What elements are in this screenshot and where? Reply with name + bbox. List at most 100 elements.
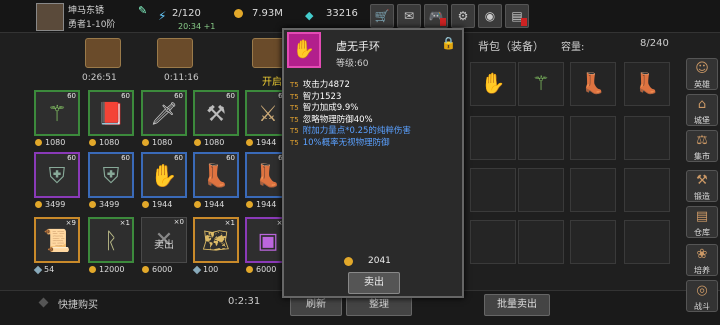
nav-button[interactable]: ⌂ 城堡 — [686, 94, 718, 126]
stat-line: T5 智力加成9.9% — [290, 101, 358, 113]
item-price: 1944 — [142, 200, 172, 209]
bag-slot[interactable]: 👢 — [624, 62, 670, 106]
sold-label: 卖出 — [154, 240, 174, 251]
bag-slot[interactable]: ✋ — [470, 62, 516, 106]
quick-buy-button[interactable]: 快捷购买 — [58, 296, 98, 311]
nav-label: 培养 — [694, 266, 710, 275]
item-level-badge: ×9 — [65, 219, 76, 227]
book-icon: 📕 — [97, 102, 125, 127]
nav-label: 城堡 — [694, 116, 710, 125]
item-price-value: 6000 — [256, 265, 277, 274]
bag-slot[interactable] — [518, 220, 564, 264]
nav-label: 英雄 — [694, 80, 710, 89]
bag-slot[interactable] — [470, 220, 516, 264]
energy-icon: ⚡ — [158, 9, 167, 23]
stat-tier: T5 — [290, 138, 299, 147]
item-price-value: 1944 — [256, 200, 277, 209]
chest-icon[interactable] — [157, 38, 193, 68]
settings-icon[interactable]: ⚙ — [451, 4, 475, 28]
shop-item-slot[interactable]: ×1 ᚱ — [88, 217, 134, 263]
bag-slot[interactable] — [570, 168, 616, 212]
bag-title: 背包（装备） — [478, 40, 544, 53]
nav-button[interactable]: ⚖ 集市 — [686, 130, 718, 162]
shop-item-slot[interactable]: ×9 📜 — [34, 217, 80, 263]
item-price-value: 1944 — [256, 138, 277, 147]
shop-item-slot[interactable]: 60 ⚚ — [34, 90, 80, 136]
sell-button[interactable]: 卖出 — [348, 272, 400, 294]
bag-slot[interactable] — [624, 168, 670, 212]
mail-icon[interactable]: ✉ — [397, 4, 421, 28]
nav-button[interactable]: ◎ 战斗 — [686, 280, 718, 312]
nav-button[interactable]: ❀ 培养 — [686, 244, 718, 276]
nav-icon: ▤ — [695, 209, 709, 224]
item-price-value: 1944 — [152, 200, 173, 209]
nav-button[interactable]: ⚒ 锻造 — [686, 170, 718, 202]
shop-item-slot[interactable]: 60 🗡 — [141, 90, 187, 136]
nav-label: 战斗 — [694, 302, 710, 311]
item-level-badge: 60 — [121, 154, 130, 162]
bag-slot[interactable] — [624, 116, 670, 160]
cart-icon[interactable]: 🛒 — [370, 4, 394, 28]
dagger-icon: 🗡 — [150, 102, 178, 127]
lock-icon[interactable]: 🔒 — [441, 36, 456, 50]
bag-slot[interactable] — [624, 220, 670, 264]
item-price-value: 3499 — [45, 200, 66, 209]
stat-text: 智力加成9.9% — [302, 103, 359, 113]
shop-item-slot[interactable]: 60 ✋ — [141, 152, 187, 198]
gold-coin-icon — [344, 257, 353, 266]
gold-coin-icon — [89, 266, 96, 273]
nav-button[interactable]: ▤ 仓库 — [686, 206, 718, 238]
boots-icon: 👢 — [634, 71, 660, 95]
shop-item-slot[interactable]: 60 📕 — [88, 90, 134, 136]
boots-icon: 👢 — [580, 71, 606, 95]
shop-item-slot[interactable]: ×1 🗺 — [193, 217, 239, 263]
bag-slot[interactable] — [518, 168, 564, 212]
shop-item-slot[interactable]: 60 ⛨ — [34, 152, 80, 198]
item-price-value: 6000 — [152, 265, 173, 274]
bag-slot[interactable]: 👢 — [570, 62, 616, 106]
stat-tier: T5 — [290, 115, 299, 124]
bulk-sell-button[interactable]: 批量卖出 — [484, 294, 550, 316]
chest-open-label[interactable]: 开启 — [262, 73, 282, 88]
edit-icon[interactable]: ✎ — [138, 4, 147, 17]
chest-timer: 0:11:16 — [164, 73, 199, 83]
staff-icon: ⚚ — [532, 71, 550, 95]
bag-slot[interactable] — [570, 116, 616, 160]
shop-item-slot[interactable]: 60 ⛨ — [88, 152, 134, 198]
shop-refresh-timer: 0:2:31 — [228, 296, 261, 307]
shop-item-slot[interactable]: ×0 ✕ 卖出 — [141, 217, 187, 263]
book-menu-icon[interactable]: ▤ — [505, 4, 529, 28]
item-price: 1944 — [194, 200, 224, 209]
bag-slot[interactable]: ⚚ — [518, 62, 564, 106]
diamond-icon — [192, 265, 202, 274]
stat-line: T5 攻击力4872 — [290, 78, 350, 90]
bag-slot[interactable] — [470, 168, 516, 212]
nav-label: 锻造 — [694, 192, 710, 201]
gold-coin-icon — [35, 139, 42, 146]
item-price: 1080 — [194, 138, 224, 147]
stat-text: 攻击力4872 — [302, 80, 350, 90]
boots-icon: 👢 — [202, 164, 230, 189]
bag-slot[interactable] — [470, 116, 516, 160]
gamepad-icon[interactable]: 🎮 — [424, 4, 448, 28]
shop-item-slot[interactable]: 60 👢 — [193, 152, 239, 198]
chest-icon[interactable] — [85, 38, 121, 68]
item-price: 12000 — [89, 265, 124, 274]
color-wheel-icon[interactable]: ◉ — [478, 4, 502, 28]
item-price: 1080 — [89, 138, 119, 147]
gold-coin-icon — [194, 201, 201, 208]
nav-icon: ❀ — [696, 247, 708, 262]
staff-icon: ⚚ — [47, 102, 67, 127]
bag-slot[interactable] — [518, 116, 564, 160]
gold-coin-icon — [246, 201, 253, 208]
avatar[interactable] — [36, 3, 64, 31]
gold-coin-icon — [35, 201, 42, 208]
item-level-badge: ×0 — [173, 218, 184, 226]
stat-line: T5 忽略物理防御40% — [290, 113, 373, 125]
nav-button[interactable]: ☺ 英雄 — [686, 58, 718, 90]
bag-slot[interactable] — [570, 220, 616, 264]
gold-coin-icon — [246, 266, 253, 273]
shop-item-slot[interactable]: 60 ⚒ — [193, 90, 239, 136]
item-level-badge: 60 — [226, 92, 235, 100]
gold-value: 7.93M — [252, 8, 283, 19]
